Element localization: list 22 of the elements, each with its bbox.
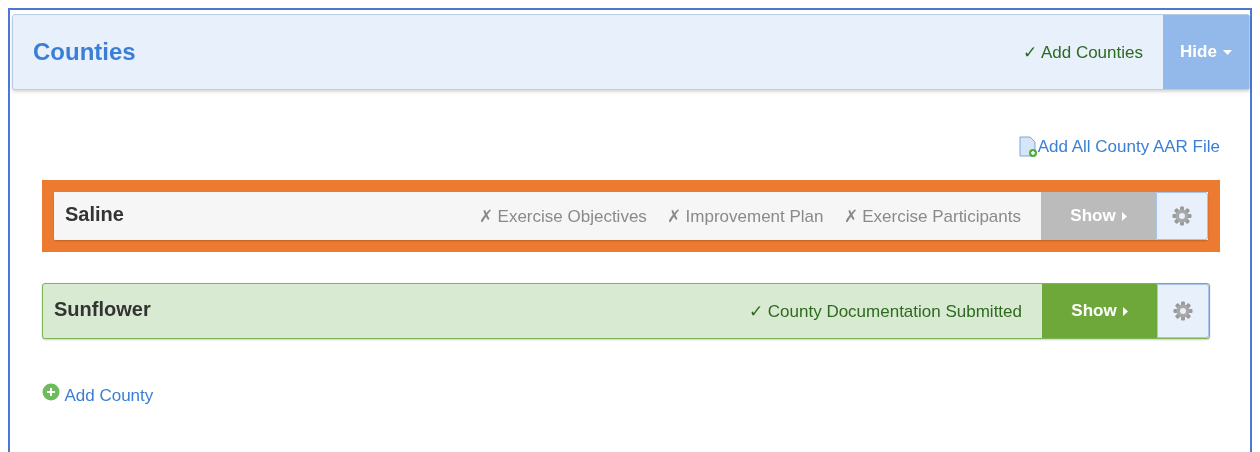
show-button[interactable]: Show (1042, 284, 1157, 338)
show-button[interactable]: Show (1041, 192, 1156, 240)
status-text: ✗ Exercise Participants (843, 205, 1021, 227)
status-text: ✓ County Documentation Submitted (749, 300, 1022, 322)
gear-icon (1172, 206, 1192, 226)
add-county-link[interactable]: Add County (64, 386, 154, 406)
status-text: ✗ Exercise Objectives (478, 205, 647, 227)
panel-title: Counties (33, 38, 137, 66)
caret-icon (1121, 211, 1127, 221)
gear-icon (1173, 301, 1193, 321)
settings-button[interactable] (1156, 192, 1208, 240)
caret-icon (1222, 49, 1232, 55)
status-text: ✓ Add Counties (1023, 41, 1143, 63)
add-file-link[interactable]: Add All County AAR File (1037, 137, 1220, 157)
status-text: ✗ Improvement Plan (666, 205, 824, 227)
county-name: Sunflower (53, 297, 152, 321)
file-add-icon (1017, 136, 1038, 158)
county-name: Saline (64, 202, 125, 226)
hide-button[interactable]: Hide (1163, 15, 1249, 89)
caret-icon (1122, 306, 1128, 316)
add-icon (42, 383, 60, 401)
settings-button[interactable] (1157, 284, 1209, 338)
